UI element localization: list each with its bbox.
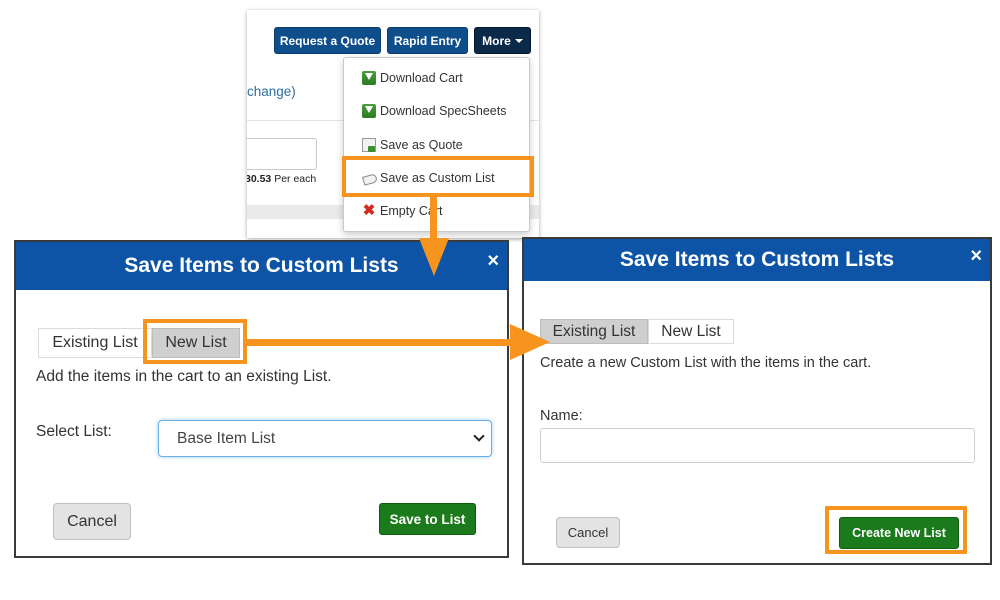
document-icon	[362, 138, 376, 152]
tab-existing-list[interactable]: Existing List	[540, 319, 648, 344]
modal-title: Save Items to Custom Lists	[619, 248, 895, 271]
menu-item-download-specsheets[interactable]: Download SpecSheets	[362, 101, 506, 121]
cancel-button[interactable]: Cancel	[53, 503, 131, 540]
price-unit: Per each	[274, 173, 317, 185]
chevron-down-icon	[473, 430, 485, 442]
more-button-label: More	[482, 33, 511, 48]
list-select[interactable]: Base Item List	[158, 420, 492, 457]
quantity-input[interactable]	[247, 138, 317, 170]
name-label: Name:	[540, 408, 583, 424]
modal-header: Save Items to Custom Lists	[524, 239, 990, 281]
close-icon[interactable]: ×	[487, 250, 499, 273]
request-quote-button[interactable]: Request a Quote	[274, 27, 381, 54]
close-icon[interactable]: ×	[970, 245, 982, 268]
cancel-button[interactable]: Cancel	[556, 517, 620, 548]
highlight-create-new-list	[825, 506, 967, 554]
highlight-new-list-tab	[143, 319, 247, 364]
rapid-entry-button[interactable]: Rapid Entry	[387, 27, 468, 54]
selected-list-value: Base Item List	[177, 429, 276, 447]
save-to-list-button[interactable]: Save to List	[379, 503, 476, 535]
download-icon	[362, 104, 376, 118]
tutorial-stage: change) 30.53 Per each Request a Quote R…	[0, 0, 1000, 600]
highlight-save-as-custom-list	[342, 156, 534, 197]
arrow-right	[247, 339, 517, 346]
tab-existing-list[interactable]: Existing List	[38, 328, 152, 358]
arrow-down-head	[419, 238, 449, 276]
price-value: 30.53	[247, 173, 272, 185]
change-link[interactable]: change)	[247, 84, 296, 99]
arrow-right-head	[510, 324, 550, 360]
modal-title: Save Items to Custom Lists	[124, 254, 399, 277]
save-to-list-modal-existing: Save Items to Custom Lists × Existing Li…	[14, 240, 509, 558]
download-icon	[362, 71, 376, 85]
red-x-icon: ✖	[362, 202, 376, 219]
more-button[interactable]: More	[474, 27, 531, 54]
menu-item-download-cart[interactable]: Download Cart	[362, 68, 463, 88]
modal-description: Create a new Custom List with the items …	[540, 355, 872, 371]
modal-description: Add the items in the cart to an existing…	[36, 368, 332, 385]
menu-item-label: Download Cart	[380, 71, 463, 85]
menu-item-label: Download SpecSheets	[380, 104, 507, 118]
menu-item-save-as-quote[interactable]: Save as Quote	[362, 135, 463, 155]
menu-item-label: Save as Quote	[380, 138, 463, 152]
name-input[interactable]	[540, 428, 975, 463]
tab-new-list[interactable]: New List	[648, 319, 734, 344]
caret-down-icon	[514, 38, 523, 43]
select-list-label: Select List:	[36, 423, 112, 440]
unit-price: 30.53 Per each	[247, 173, 316, 185]
